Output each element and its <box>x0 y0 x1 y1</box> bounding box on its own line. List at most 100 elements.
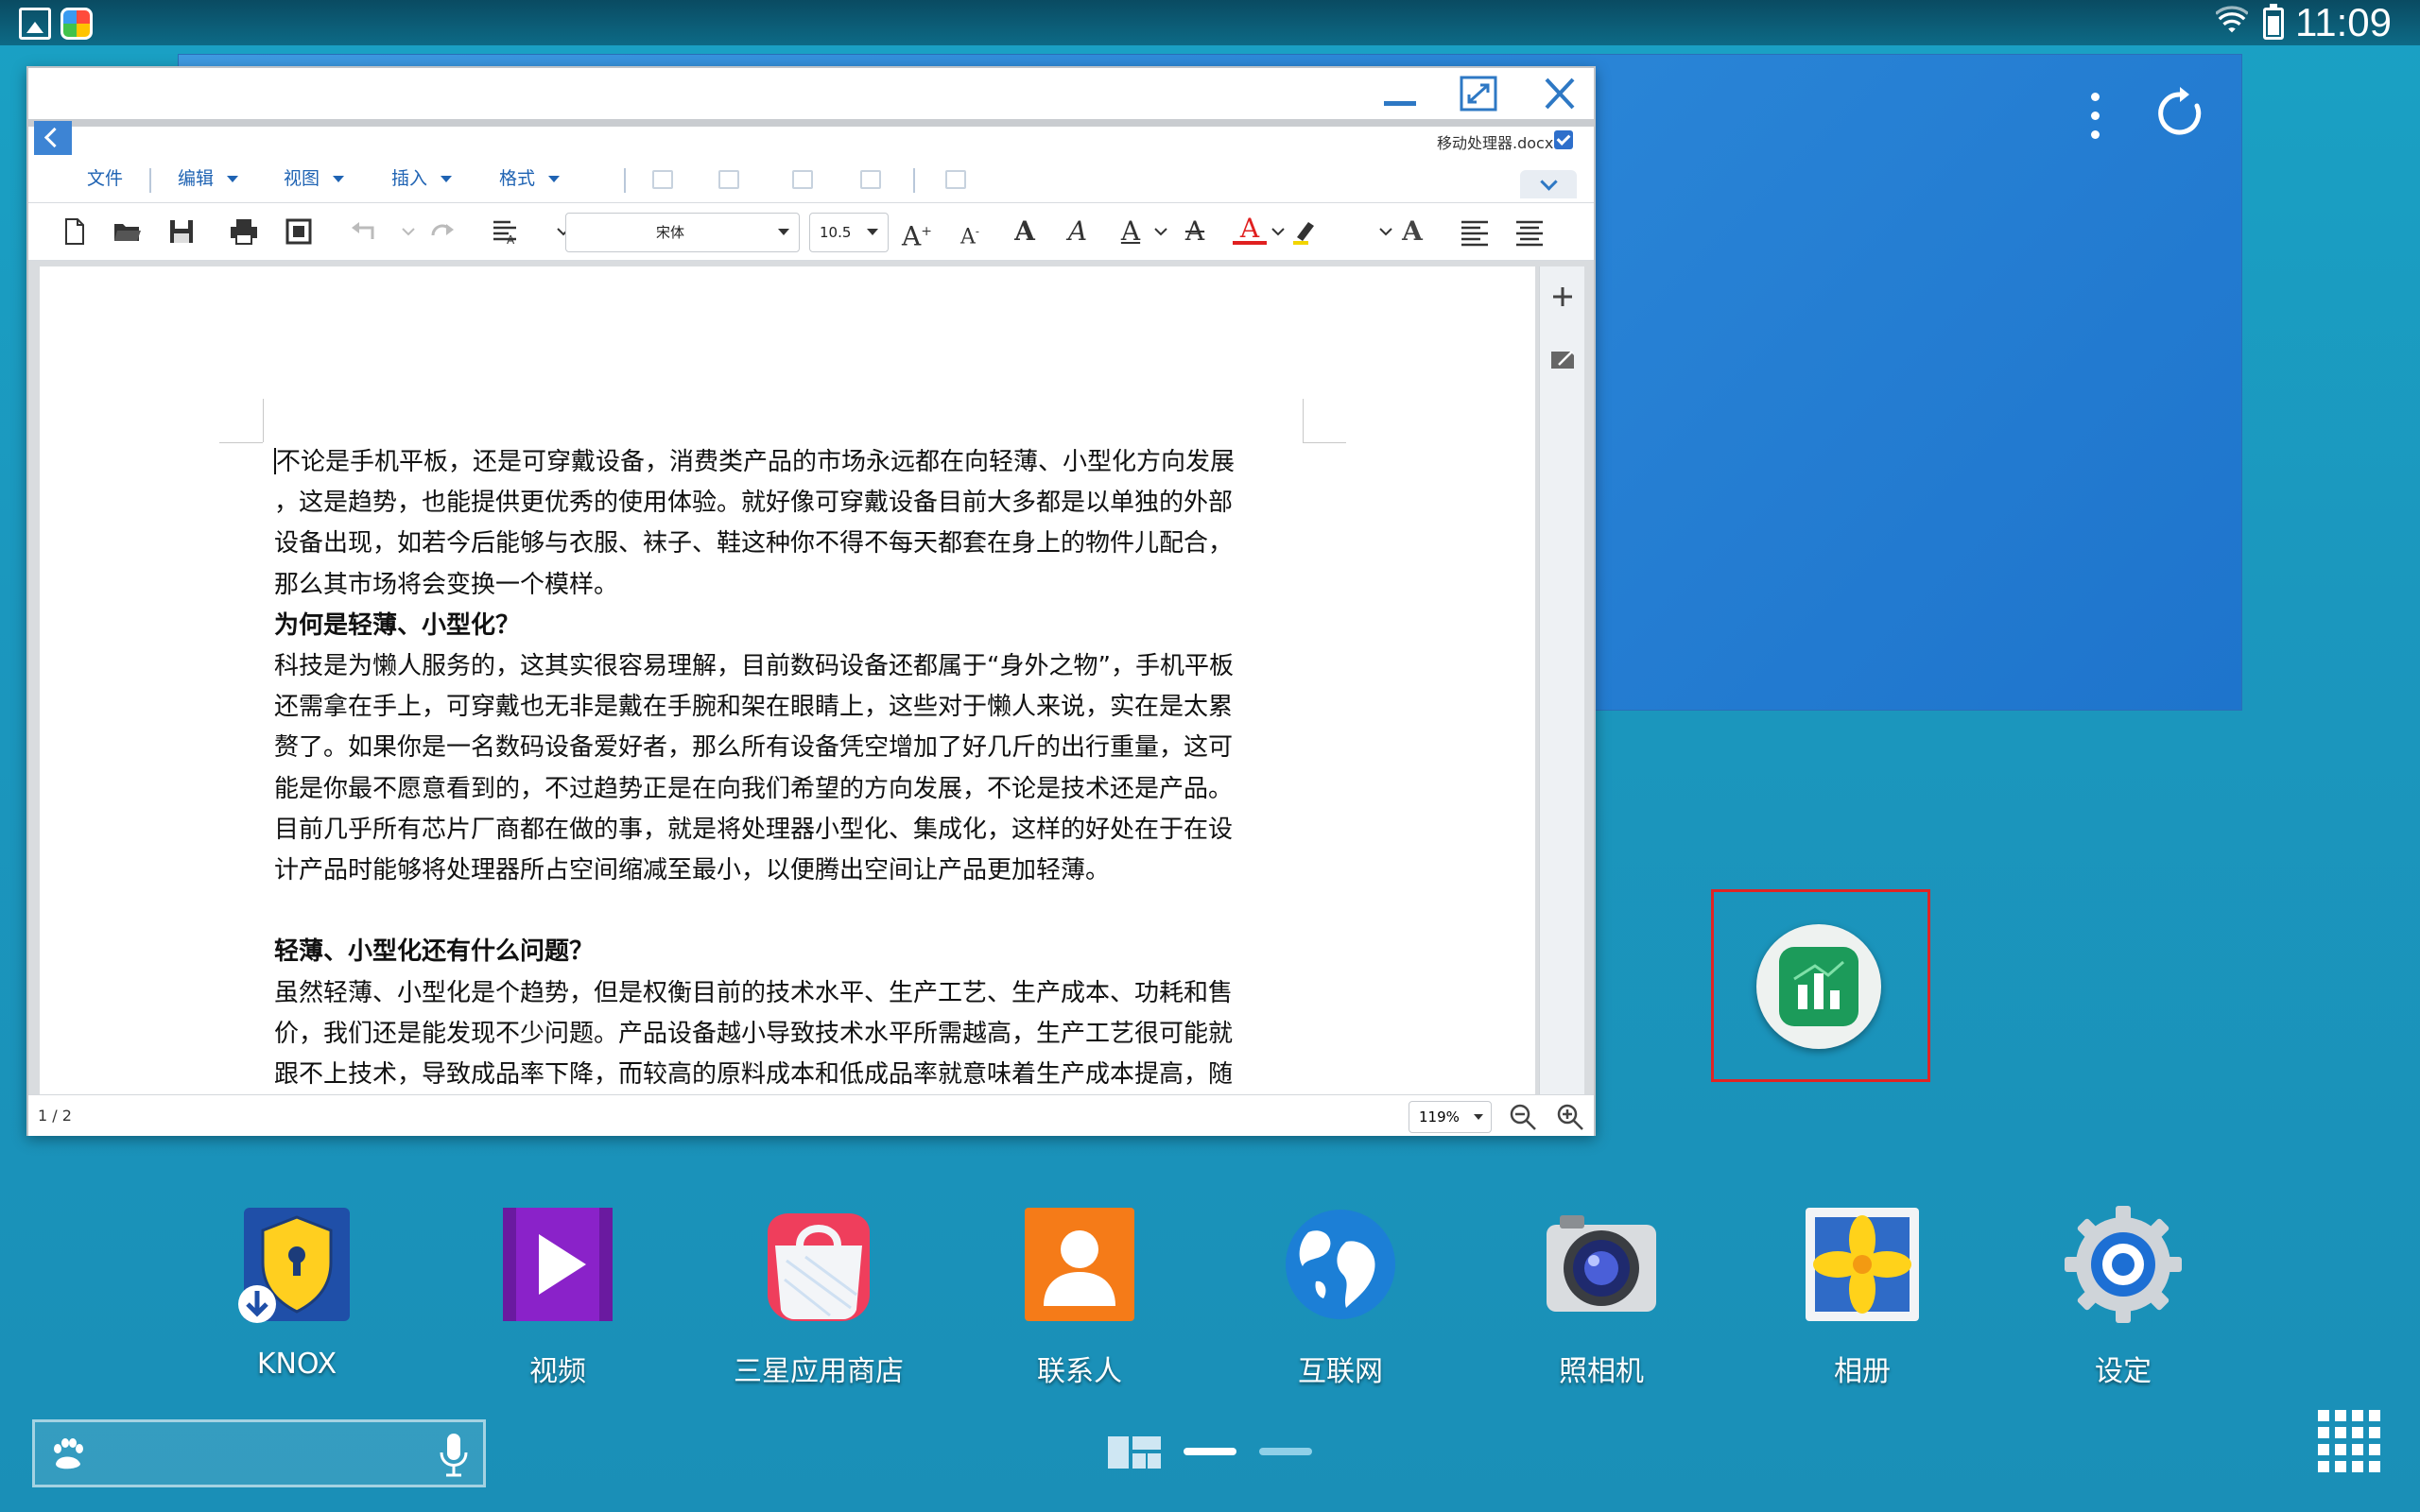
zoom-select[interactable]: 119% <box>1409 1101 1492 1133</box>
add-icon[interactable] <box>1546 280 1580 314</box>
font-size-value: 10.5 <box>820 224 852 241</box>
margin-mark <box>263 399 264 442</box>
dock-app-contacts[interactable]: 联系人 <box>994 1204 1165 1393</box>
gallery-notification-icon <box>19 8 51 40</box>
redo-icon[interactable] <box>425 215 459 249</box>
apps-grid-dot <box>2369 1410 2380 1421</box>
dock-app-label: 相册 <box>1834 1355 1891 1388</box>
align-center-icon[interactable] <box>1512 215 1547 249</box>
font-family-value: 宋体 <box>655 224 684 241</box>
open-folder-icon[interactable] <box>110 215 144 249</box>
shape-icon[interactable] <box>860 170 881 189</box>
dock-app-galaxy-store[interactable]: 三星应用商店 <box>734 1204 904 1393</box>
apps-grid-dot <box>2369 1427 2380 1438</box>
status-bar: 11:09 <box>0 0 2420 45</box>
annotate-icon[interactable] <box>1546 342 1580 376</box>
apps-grid-icon[interactable] <box>2316 1408 2382 1474</box>
settings-gear-icon <box>2065 1206 2182 1323</box>
italic-icon[interactable]: A <box>1061 215 1095 249</box>
knox-shield-icon <box>238 1208 350 1323</box>
more-options-icon[interactable] <box>2076 87 2114 144</box>
document-area: 不论是手机平板，还是可穿戴设备，消费类产品的市场永远都在向轻薄、小型化方向发展 ，… <box>28 261 1594 1094</box>
page-dot[interactable] <box>1259 1448 1312 1455</box>
spreadsheet-app-icon[interactable] <box>1756 924 1881 1049</box>
chevron-down-icon <box>548 176 561 182</box>
grow-font-icon[interactable]: A+ <box>900 215 934 251</box>
menu-file[interactable]: 文件 <box>87 155 123 202</box>
svg-text:A: A <box>507 233 515 247</box>
zoom-in-icon[interactable] <box>1554 1101 1586 1133</box>
dock-app-gallery[interactable]: 相册 <box>1777 1204 1947 1393</box>
chart-icon[interactable] <box>718 170 739 189</box>
baidu-paw-icon <box>54 1438 83 1469</box>
image-icon[interactable] <box>792 170 813 189</box>
collapse-ribbon-button[interactable] <box>1520 170 1577 198</box>
dock-app-label: 互联网 <box>1298 1355 1383 1388</box>
align-left-icon[interactable] <box>1458 215 1492 249</box>
chevron-down-icon[interactable] <box>1144 215 1178 249</box>
chevron-down-icon <box>1474 1114 1483 1120</box>
document-line: 计产品时能够将处理器所占空间缩减至最小，以便腾出空间让产品更加轻薄。 <box>274 856 1111 885</box>
ribbon-border <box>28 119 1594 127</box>
apps-grid-dot <box>2352 1461 2363 1472</box>
menu-edit[interactable]: 编辑 <box>178 155 239 202</box>
minimize-button[interactable] <box>1376 74 1422 113</box>
apps-grid-dot <box>2335 1444 2346 1455</box>
format-toolbar: A 宋体 10.5 A+ A- A A A A A A <box>28 202 1594 261</box>
font-size-select[interactable]: 10.5 <box>809 213 889 252</box>
side-rail <box>1539 266 1584 1094</box>
document-body[interactable]: 不论是手机平板，还是可穿戴设备，消费类产品的市场永远都在向轻薄、小型化方向发展 ，… <box>274 442 1305 1094</box>
textbox-icon[interactable] <box>945 170 966 189</box>
bold-icon[interactable]: A <box>1008 215 1042 249</box>
save-icon[interactable] <box>164 215 199 249</box>
zoom-out-icon[interactable] <box>1507 1101 1539 1133</box>
dock-app-label: 设定 <box>2095 1355 2152 1388</box>
close-button[interactable] <box>1537 74 1582 113</box>
internet-globe-icon <box>1286 1210 1395 1319</box>
table-icon[interactable] <box>652 170 673 189</box>
print-preview-icon[interactable] <box>282 215 316 249</box>
paragraph-style-icon[interactable]: A <box>488 215 522 249</box>
menu-view[interactable]: 视图 <box>284 155 345 202</box>
chevron-down-icon <box>333 176 345 182</box>
gallery-flower-icon <box>1806 1208 1919 1321</box>
page-dot-active[interactable] <box>1184 1448 1236 1455</box>
underline-icon[interactable]: A <box>1114 215 1148 249</box>
shrink-font-icon[interactable]: A- <box>953 215 987 249</box>
dock-app-settings[interactable]: 设定 <box>2038 1204 2208 1393</box>
chevron-down-icon <box>867 229 878 235</box>
document-line: 设备出现，如若今后能够与衣服、袜子、鞋这种你不得不每天都套在身上的物件儿配合， <box>274 529 1234 558</box>
text-effects-icon[interactable]: A <box>1395 215 1429 249</box>
window-titlebar[interactable] <box>28 68 1594 119</box>
document-page[interactable]: 不论是手机平板，还是可穿戴设备，消费类产品的市场永远都在向轻薄、小型化方向发展 ，… <box>40 266 1535 1094</box>
apps-grid-dot <box>2352 1410 2363 1421</box>
new-document-icon[interactable] <box>57 215 91 249</box>
apps-grid-dot <box>2318 1444 2329 1455</box>
undo-icon[interactable] <box>348 215 382 249</box>
dock-app-camera[interactable]: 照相机 <box>1516 1204 1686 1393</box>
undo-dropdown-icon[interactable] <box>391 215 425 249</box>
menu-format[interactable]: 格式 <box>499 155 561 202</box>
search-widget[interactable] <box>32 1419 486 1487</box>
menu-format-label: 格式 <box>499 168 536 189</box>
dock-app-label: 联系人 <box>1037 1355 1122 1388</box>
menu-insert[interactable]: 插入 <box>391 155 453 202</box>
document-filename: 移动处理器.docx <box>1437 134 1554 152</box>
highlighter-icon[interactable] <box>1288 215 1322 249</box>
font-family-select[interactable]: 宋体 <box>565 213 800 252</box>
maximize-button[interactable] <box>1456 74 1501 113</box>
dock-app-video[interactable]: 视频 <box>473 1204 643 1393</box>
apps-grid-dot <box>2335 1461 2346 1472</box>
microphone-icon[interactable] <box>438 1432 470 1479</box>
strikethrough-icon[interactable]: A <box>1178 215 1212 249</box>
refresh-icon[interactable] <box>2152 85 2208 142</box>
dock-app-internet[interactable]: 互联网 <box>1255 1204 1426 1393</box>
menu-file-label: 文件 <box>87 168 124 189</box>
print-icon[interactable] <box>227 215 261 249</box>
dock-app-knox[interactable]: KNOX <box>212 1204 382 1393</box>
filename-checkbox[interactable] <box>1554 130 1573 149</box>
back-tab-button[interactable] <box>34 121 72 155</box>
chevron-down-icon <box>227 176 239 182</box>
home-overview-icon[interactable] <box>1106 1433 1163 1472</box>
dock-app-label: KNOX <box>256 1348 337 1381</box>
